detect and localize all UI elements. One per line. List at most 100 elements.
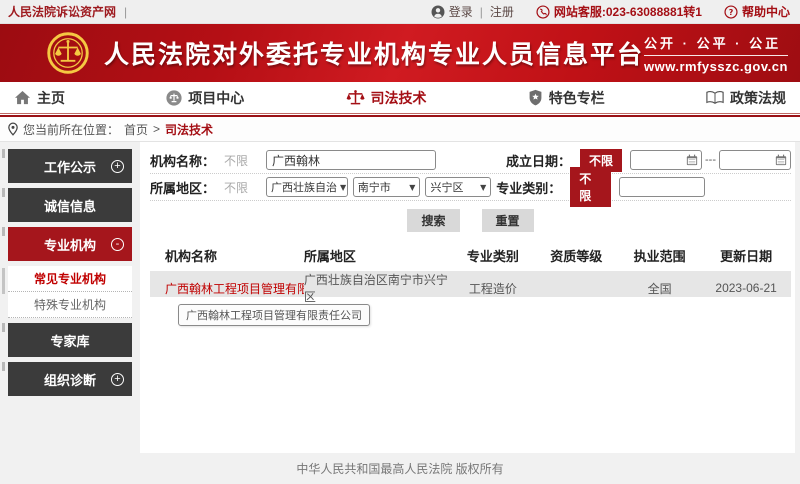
- sidebar-item-professional-orgs[interactable]: 专业机构 -: [8, 227, 132, 261]
- sidebar-subitem-common-orgs[interactable]: 常见专业机构: [8, 266, 132, 292]
- topbar-right: 登录 | 注册 网站客服:023-63088881转1 ? 帮助中心: [431, 3, 790, 20]
- calendar-icon: [775, 154, 787, 166]
- city-select[interactable]: 南宁市 ▼: [353, 177, 421, 197]
- chevron-down-icon: ▼: [480, 183, 486, 192]
- site-banner: 人民法院对外委托专业机构专业人员信息平台 公开 · 公平 · 公正 www.rm…: [0, 24, 800, 82]
- site-title: 人民法院对外委托专业机构专业人员信息平台: [104, 35, 644, 71]
- nav-home[interactable]: 主页: [14, 88, 65, 108]
- founded-from-input[interactable]: [630, 150, 702, 170]
- breadcrumb-home-link[interactable]: 首页: [124, 121, 148, 138]
- reset-button[interactable]: 重置: [482, 209, 534, 232]
- sidebar-subitem-label: 常见专业机构: [34, 270, 106, 287]
- sidebar-item-expert-pool[interactable]: 专家库: [8, 323, 132, 357]
- table-header: 机构名称 所属地区 专业类别 资质等级 执业范围 更新日期: [150, 239, 791, 271]
- category-label: 专业类别：: [496, 178, 570, 197]
- region-label: 所属地区：: [150, 178, 224, 197]
- col-updated: 更新日期: [701, 246, 791, 265]
- login-link[interactable]: 登录: [431, 3, 473, 20]
- site-name-link[interactable]: 人民法院诉讼资产网: [8, 3, 116, 20]
- col-category: 专业类别: [451, 246, 534, 265]
- topbar-left: 人民法院诉讼资产网 |: [8, 3, 127, 20]
- col-scope: 执业范围: [618, 246, 701, 265]
- site-slogan: 公开 · 公平 · 公正: [644, 33, 788, 56]
- shield-star-icon: [528, 89, 543, 106]
- nav-featured-column[interactable]: 特色专栏: [528, 88, 605, 108]
- svg-text:?: ?: [729, 7, 734, 16]
- sidebar-item-label: 诚信信息: [44, 196, 96, 215]
- main-nav: 主页 项目中心 司法技术 特色专栏 政策法规: [0, 82, 800, 114]
- form-buttons: 搜索 重置: [150, 209, 791, 232]
- footer-copyright: 中华人民共和国最高人民法院 版权所有: [0, 453, 800, 483]
- nav-judicial-tech-label: 司法技术: [371, 88, 427, 108]
- category-any-button[interactable]: 不限: [570, 167, 611, 207]
- topbar-divider: |: [124, 5, 127, 19]
- help-center-link[interactable]: ? 帮助中心: [724, 3, 790, 20]
- book-icon: [706, 90, 724, 105]
- row-region: 广西壮族自治区南宁市兴宁区: [304, 271, 451, 305]
- sidebar-item-work-publicity[interactable]: 工作公示 +: [8, 149, 132, 183]
- sidebar-item-org-diagnosis[interactable]: 组织诊断 +: [8, 362, 132, 396]
- home-icon: [14, 90, 31, 105]
- org-name-tooltip: 广西翰林工程项目管理有限责任公司: [178, 304, 370, 326]
- user-icon: [431, 5, 445, 19]
- nav-home-label: 主页: [37, 88, 65, 108]
- service-phone-label: 网站客服:023-63088881转1: [554, 3, 702, 20]
- province-select[interactable]: 广西壮族自治 ▼: [266, 177, 348, 197]
- breadcrumb-prefix: 您当前所在位置：: [23, 121, 119, 138]
- customer-service[interactable]: 网站客服:023-63088881转1: [536, 3, 702, 20]
- sidebar-item-integrity-info[interactable]: 诚信信息: [8, 188, 132, 222]
- org-name-link[interactable]: 广西翰林工程项目管理有限责任...: [150, 280, 304, 297]
- nav-featured-column-label: 特色专栏: [549, 88, 605, 108]
- login-label: 登录: [449, 3, 473, 20]
- date-range-separator: ---: [705, 154, 716, 166]
- plus-circle-icon: +: [111, 160, 124, 173]
- org-name-input[interactable]: [266, 150, 436, 170]
- sidebar-item-label: 专业机构: [44, 235, 96, 254]
- row-scope: 全国: [618, 280, 701, 297]
- location-pin-icon: [8, 122, 18, 136]
- breadcrumb-separator: >: [153, 122, 160, 136]
- row-category: 工程造价: [451, 280, 534, 297]
- sidebar: 工作公示 + 诚信信息 专业机构 - 常见专业机构 特殊专业机构 专家库 组织诊…: [2, 149, 132, 401]
- breadcrumb: 您当前所在位置： 首页 > 司法技术: [0, 117, 800, 142]
- form-row-org-name: 机构名称： 不限 成立日期： 不限 ---: [150, 147, 791, 174]
- question-icon: ?: [724, 5, 738, 19]
- register-link[interactable]: 注册: [490, 3, 514, 20]
- chevron-down-icon: ▼: [409, 183, 415, 192]
- content-panel: 机构名称： 不限 成立日期： 不限 ---: [140, 142, 795, 453]
- breadcrumb-current: 司法技术: [165, 121, 213, 138]
- org-name-any-option[interactable]: 不限: [224, 152, 266, 169]
- district-select[interactable]: 兴宁区 ▼: [425, 177, 491, 197]
- col-org-name: 机构名称: [150, 246, 304, 265]
- chevron-down-icon: ▼: [340, 183, 346, 192]
- form-row-region: 所属地区： 不限 广西壮族自治 ▼ 南宁市 ▼ 兴宁区 ▼ 专业类别： 不限: [150, 174, 791, 201]
- org-name-label: 机构名称：: [150, 151, 224, 170]
- calendar-icon: [686, 154, 698, 166]
- nav-project-center-label: 项目中心: [188, 88, 244, 108]
- login-register-divider: |: [480, 5, 483, 19]
- col-region: 所属地区: [304, 246, 451, 265]
- help-center-label: 帮助中心: [742, 3, 790, 20]
- scales-icon: [346, 89, 365, 106]
- nav-project-center[interactable]: 项目中心: [166, 88, 244, 108]
- sidebar-subitem-special-orgs[interactable]: 特殊专业机构: [8, 292, 132, 318]
- sidebar-item-label: 工作公示: [44, 157, 96, 176]
- plus-circle-icon: +: [111, 373, 124, 386]
- region-any-option[interactable]: 不限: [224, 179, 266, 196]
- province-select-value: 广西壮族自治: [271, 179, 337, 195]
- search-button[interactable]: 搜索: [407, 209, 459, 232]
- category-group: 专业类别： 不限: [496, 167, 791, 207]
- nav-policies[interactable]: 政策法规: [706, 88, 786, 108]
- main-area: 工作公示 + 诚信信息 专业机构 - 常见专业机构 特殊专业机构 专家库 组织诊…: [0, 142, 800, 453]
- district-select-value: 兴宁区: [430, 179, 463, 195]
- site-url: www.rmfysszc.gov.cn: [644, 59, 788, 74]
- nav-judicial-tech[interactable]: 司法技术: [346, 88, 427, 108]
- sidebar-subitem-label: 特殊专业机构: [34, 296, 106, 313]
- category-input[interactable]: [619, 177, 705, 197]
- table-row: 广西翰林工程项目管理有限责任... 广西壮族自治区南宁市兴宁区 工程造价 全国 …: [150, 271, 791, 297]
- sidebar-item-label: 组织诊断: [44, 370, 96, 389]
- founded-to-input[interactable]: [719, 150, 791, 170]
- minus-circle-icon: -: [111, 238, 124, 251]
- nav-policies-label: 政策法规: [730, 88, 786, 108]
- project-center-icon: [166, 90, 182, 106]
